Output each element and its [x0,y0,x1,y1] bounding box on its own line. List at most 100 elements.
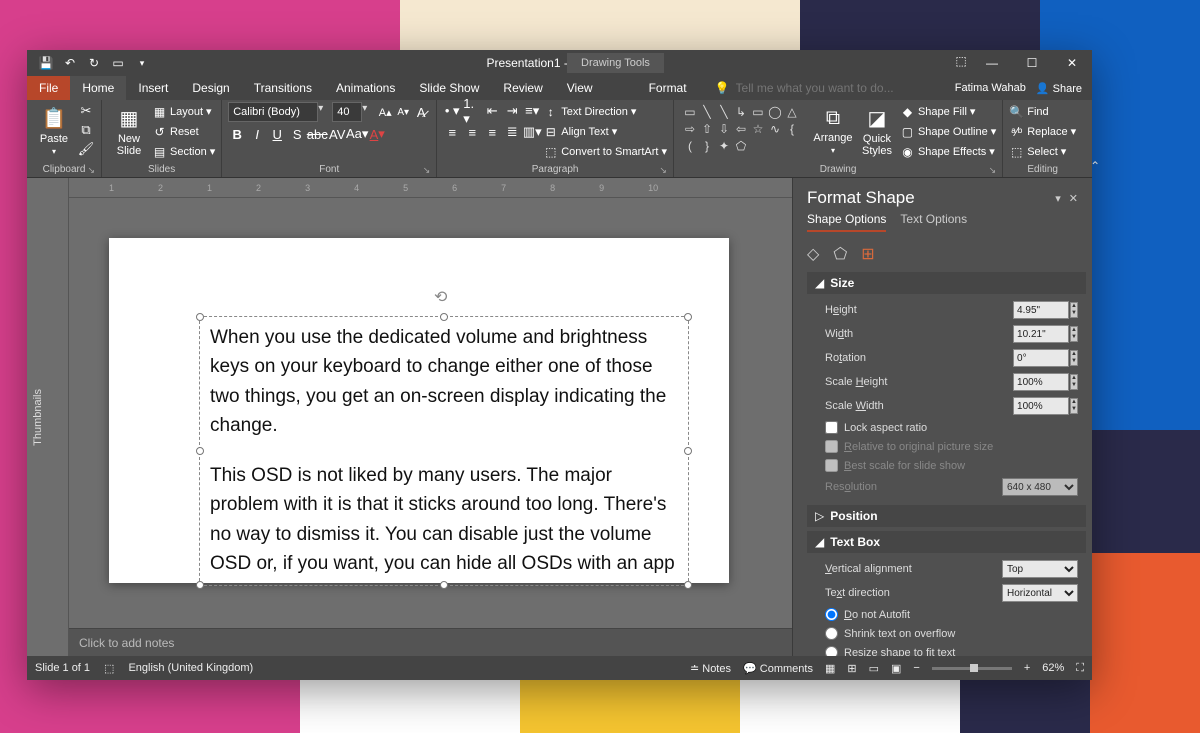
zoom-out-icon[interactable]: − [913,662,919,674]
bold-icon[interactable]: B [228,125,246,143]
resize-handle[interactable] [196,581,204,589]
spinner-icon[interactable]: ▲▼ [1070,326,1078,342]
valign-select[interactable]: Top [1002,560,1078,578]
bullets-icon[interactable]: • ▾ [443,102,461,120]
font-color-icon[interactable]: A▾ [368,125,386,143]
fit-to-window-icon[interactable]: ⛶ [1076,662,1084,675]
scale-width-input[interactable] [1013,397,1069,415]
slide-indicator[interactable]: Slide 1 of 1 [35,662,90,674]
dialog-launcher-icon[interactable]: ↘ [989,165,997,176]
arrange-button[interactable]: ⧉Arrange▾ [812,102,854,160]
increase-indent-icon[interactable]: ⇥ [503,102,521,120]
minimize-icon[interactable]: — [972,50,1012,76]
justify-icon[interactable]: ≣ [503,123,521,141]
reading-view-icon[interactable]: ▭ [869,662,879,675]
lock-aspect-checkbox[interactable] [825,421,838,434]
cut-icon[interactable]: ✂ [77,102,95,120]
collapse-ribbon-icon[interactable]: ⌃ [1090,159,1100,173]
qat-customize-icon[interactable]: ▾ [133,54,151,72]
notes-pane[interactable]: Click to add notes [69,628,792,656]
format-painter-icon[interactable]: 🖌 [77,140,95,158]
spinner-icon[interactable]: ▲▼ [1070,350,1078,366]
rotate-handle-icon[interactable]: ⟲ [434,287,454,307]
chevron-down-icon[interactable]: ▾ [362,103,376,121]
zoom-in-icon[interactable]: + [1024,662,1030,674]
user-name[interactable]: Fatima Wahab [955,82,1026,94]
new-slide-button[interactable]: ▦New Slide [108,102,150,160]
tab-home[interactable]: Home [70,76,126,100]
reset-button[interactable]: ↺Reset [152,122,215,141]
share-button[interactable]: 👤 Share [1036,82,1082,95]
tab-format[interactable]: Format [637,76,699,100]
save-icon[interactable]: 💾 [37,54,55,72]
resize-handle[interactable] [196,447,204,455]
scale-height-input[interactable] [1013,373,1069,391]
paste-button[interactable]: 📋Paste▾ [33,102,75,160]
shape-options-tab[interactable]: Shape Options [807,212,886,232]
normal-view-icon[interactable]: ▦ [825,662,835,675]
align-text-button[interactable]: ⊟Align Text ▾ [543,122,667,141]
resize-handle[interactable] [440,313,448,321]
spinner-icon[interactable]: ▲▼ [1070,374,1078,390]
close-icon[interactable]: ✕ [1052,50,1092,76]
numbering-icon[interactable]: 1. ▾ [463,102,481,120]
ribbon-display-options-icon[interactable]: ⬚ [950,50,972,72]
resize-handle[interactable] [684,447,692,455]
smartart-button[interactable]: ⬚Convert to SmartArt ▾ [543,142,667,161]
tab-file[interactable]: File [27,76,70,100]
position-section-header[interactable]: ▷ Position [807,505,1086,527]
strikethrough-icon[interactable]: abc [308,125,326,143]
align-left-icon[interactable]: ≡ [443,123,461,141]
sorter-view-icon[interactable]: ⊞ [847,662,856,675]
quick-styles-button[interactable]: ◪Quick Styles [856,102,898,160]
dialog-launcher-icon[interactable]: ↘ [659,165,667,176]
size-section-header[interactable]: ◢ Size [807,272,1086,294]
resize-handle[interactable] [196,313,204,321]
start-from-beginning-icon[interactable]: ▭ [109,54,127,72]
text-box[interactable]: ⟲ When you use the dedicated volume and … [199,316,689,586]
zoom-level[interactable]: 62% [1042,662,1064,674]
pane-options-icon[interactable]: ▾ [1055,192,1061,205]
tell-me-input[interactable] [736,81,936,95]
height-input[interactable] [1013,301,1069,319]
tab-insert[interactable]: Insert [126,76,180,100]
align-center-icon[interactable]: ≡ [463,123,481,141]
tab-design[interactable]: Design [180,76,241,100]
tab-review[interactable]: Review [491,76,554,100]
spinner-icon[interactable]: ▲▼ [1070,398,1078,414]
shadow-icon[interactable]: S [288,125,306,143]
tab-transitions[interactable]: Transitions [242,76,324,100]
effects-icon[interactable]: ⬠ [833,244,847,264]
resize-handle[interactable] [440,581,448,589]
redo-icon[interactable]: ↻ [85,54,103,72]
italic-icon[interactable]: I [248,125,266,143]
textdir-select[interactable]: Horizontal [1002,584,1078,602]
rotation-input[interactable] [1013,349,1069,367]
dialog-launcher-icon[interactable]: ↘ [87,165,95,176]
align-right-icon[interactable]: ≡ [483,123,501,141]
font-size-input[interactable] [332,102,362,122]
text-direction-button[interactable]: ↕Text Direction ▾ [543,102,667,121]
do-not-autofit-radio[interactable] [825,608,838,621]
slide-text-content[interactable]: When you use the dedicated volume and br… [210,323,678,579]
undo-icon[interactable]: ↶ [61,54,79,72]
tab-animations[interactable]: Animations [324,76,407,100]
language-indicator[interactable]: English (United Kingdom) [128,662,253,674]
zoom-slider[interactable] [932,667,1012,670]
char-spacing-icon[interactable]: AV [328,125,346,143]
layout-button[interactable]: ▦Layout ▾ [152,102,215,121]
shrink-text-radio[interactable] [825,627,838,640]
text-options-tab[interactable]: Text Options [900,212,967,232]
slideshow-view-icon[interactable]: ▣ [891,662,901,675]
fill-line-icon[interactable]: ◇ [807,244,819,264]
size-properties-icon[interactable]: ⊞ [861,244,874,264]
comments-button[interactable]: 💬 Comments [743,662,813,675]
decrease-font-icon[interactable]: A▾ [394,103,412,121]
change-case-icon[interactable]: Aa▾ [348,125,366,143]
spellcheck-icon[interactable]: ⬚ [104,662,114,675]
shapes-gallery[interactable]: ▭╲╲↳▭◯ △⇨⇧⇩⇦☆ ∿{(}✦⬠ [680,102,810,156]
close-pane-icon[interactable]: ✕ [1069,192,1078,205]
shape-fill-button[interactable]: ◆Shape Fill ▾ [900,102,996,121]
slide-canvas[interactable]: ⟲ When you use the dedicated volume and … [69,198,792,628]
textbox-section-header[interactable]: ◢ Text Box [807,531,1086,553]
